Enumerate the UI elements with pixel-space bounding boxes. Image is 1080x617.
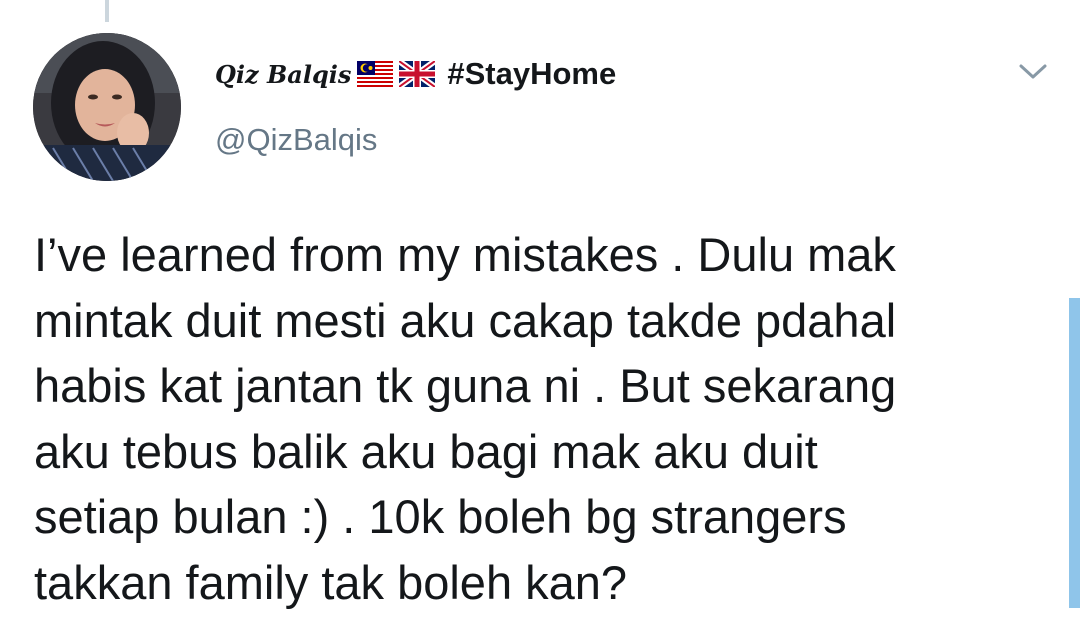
tweet-text-line: habis kat jantan tk guna ni . But sekara… — [34, 359, 897, 413]
tweet-text-line: aku tebus balik aku bagi mak aku duit — [34, 424, 818, 478]
uk-flag-icon — [399, 61, 436, 87]
tweet-header: Qiz Balqis #StayHome — [215, 52, 616, 96]
hashtag-link[interactable]: #StayHome — [447, 56, 616, 92]
thread-connector-line — [105, 0, 109, 22]
tweet-text: I’ve learned from my mistakes . Dulu mak… — [34, 222, 1034, 616]
chevron-down-icon — [1019, 64, 1047, 79]
more-options-button[interactable] — [1016, 60, 1050, 84]
tweet-text-line: mintak duit mesti aku cakap takde pdahal — [34, 293, 897, 347]
avatar[interactable] — [33, 33, 181, 181]
tweet-text-line: I’ve learned from my mistakes . Dulu mak — [34, 228, 896, 281]
tweet-text-line: setiap bulan :) . 10k boleh bg strangers — [34, 490, 847, 544]
display-name[interactable]: Qiz Balqis — [215, 60, 351, 89]
malaysia-flag-icon — [357, 61, 394, 87]
tweet-text-line: takkan family tak boleh kan? — [34, 555, 628, 609]
scrollbar-thumb[interactable] — [1069, 298, 1080, 608]
avatar-image — [33, 33, 181, 181]
user-handle[interactable]: @QizBalqis — [215, 122, 377, 158]
